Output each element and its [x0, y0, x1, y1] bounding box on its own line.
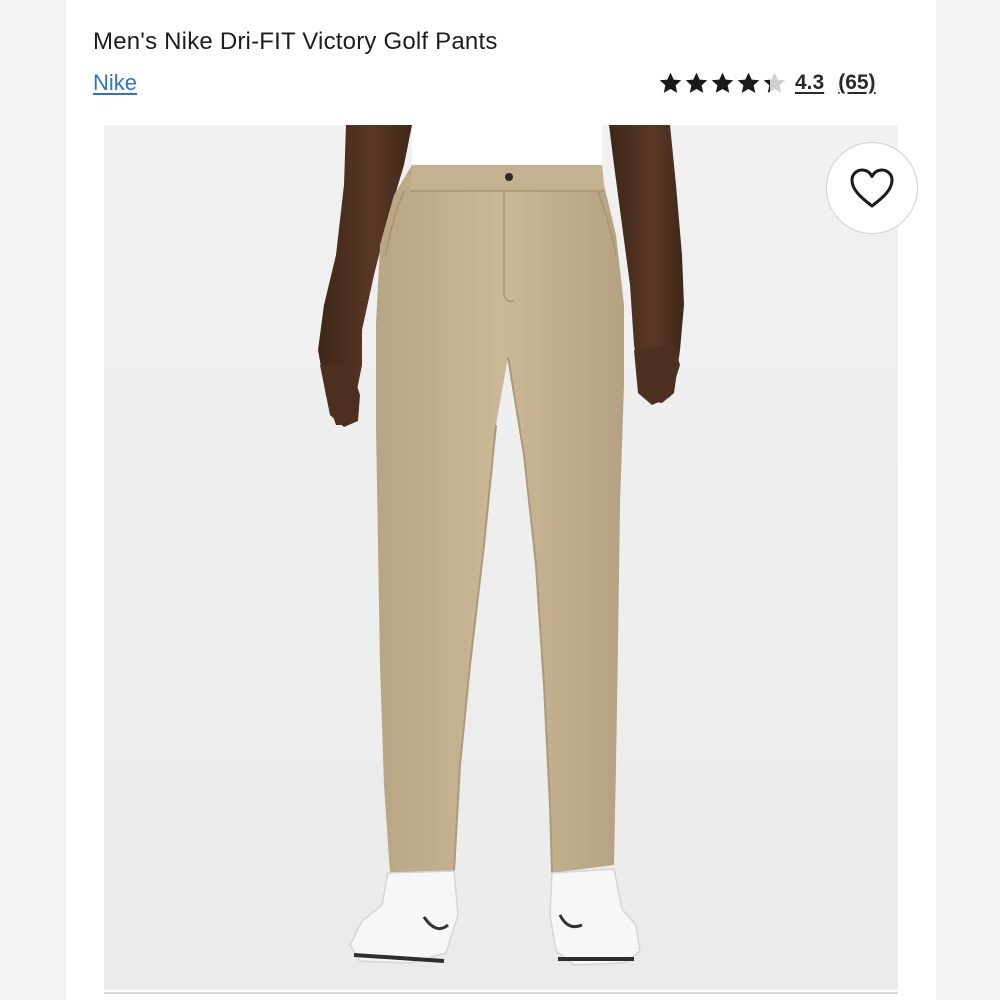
rating-value[interactable]: 4.3 — [795, 71, 824, 95]
star-filled-icon — [737, 72, 760, 93]
review-count-link[interactable]: (65) — [838, 71, 875, 95]
star-filled-icon — [711, 72, 734, 93]
brand-link[interactable]: Nike — [93, 70, 137, 96]
product-photo — [104, 125, 898, 990]
star-partial-icon — [763, 72, 786, 93]
heart-outline-icon — [850, 168, 894, 208]
rating-summary[interactable]: 4.3 (65) — [658, 68, 876, 98]
star-rating — [658, 71, 787, 95]
star-filled-icon — [685, 72, 708, 93]
product-card: Men's Nike Dri-FIT Victory Golf Pants Ni… — [66, 0, 936, 1000]
divider — [104, 992, 898, 994]
star-filled-icon — [659, 72, 682, 93]
shirt — [412, 125, 602, 167]
product-title: Men's Nike Dri-FIT Victory Golf Pants — [93, 28, 498, 55]
favorite-button[interactable] — [826, 142, 918, 234]
waist-button — [505, 173, 513, 181]
product-image[interactable] — [104, 125, 898, 990]
page-background: Men's Nike Dri-FIT Victory Golf Pants Ni… — [0, 0, 1000, 1000]
